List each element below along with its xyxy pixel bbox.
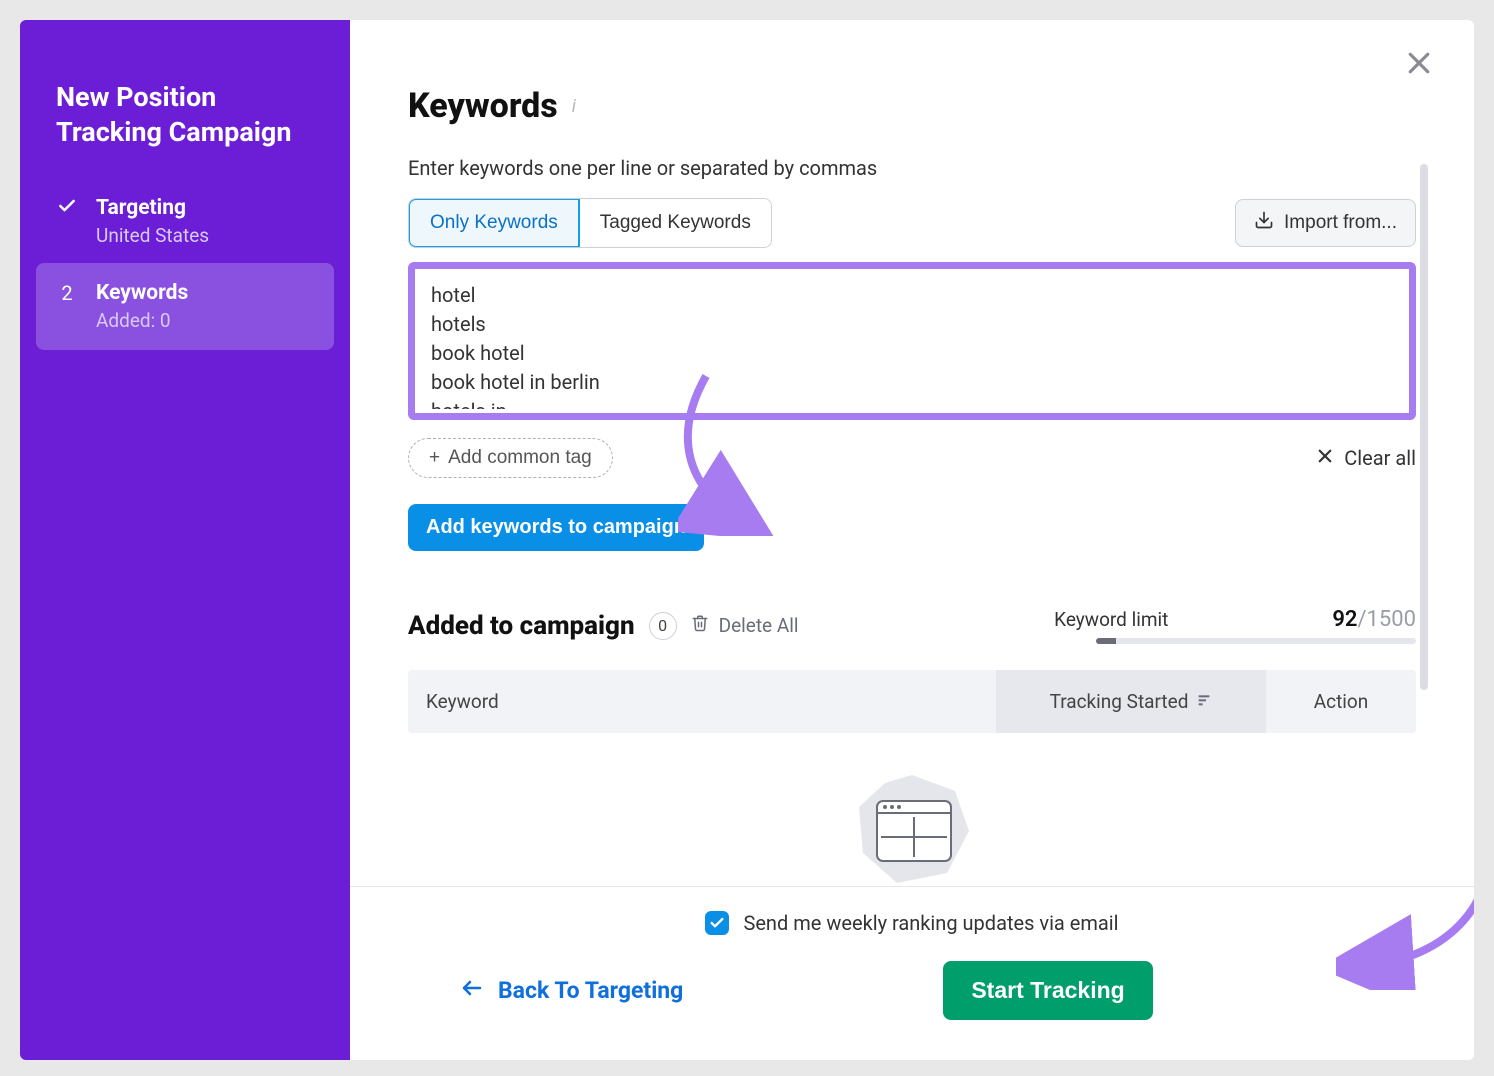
clear-all-label: Clear all — [1344, 446, 1416, 470]
new-campaign-modal: New Position Tracking Campaign Targeting… — [20, 20, 1474, 1060]
limit-max: /1500 — [1357, 607, 1416, 632]
add-keywords-button[interactable]: Add keywords to campaign — [408, 504, 704, 551]
col-action: Action — [1266, 670, 1416, 733]
wizard-sidebar: New Position Tracking Campaign Targeting… — [20, 20, 350, 1060]
back-to-targeting-link[interactable]: Back To Targeting — [460, 976, 683, 1006]
plus-icon: + — [429, 447, 440, 469]
modal-main: Keywords i Enter keywords one per line o… — [350, 20, 1474, 1060]
tab-only-keywords[interactable]: Only Keywords — [408, 198, 580, 248]
added-count-badge: 0 — [649, 612, 677, 640]
import-from-button[interactable]: Import from... — [1235, 199, 1416, 247]
step-sub: Added: 0 — [96, 309, 314, 332]
check-icon — [56, 196, 78, 221]
add-common-tag-button[interactable]: + Add common tag — [408, 438, 613, 478]
step-sub: United States — [96, 224, 314, 247]
step-keywords[interactable]: 2 Keywords Added: 0 — [36, 263, 334, 350]
campaign-table-header: Keyword Tracking Started Action — [408, 670, 1416, 733]
step-targeting[interactable]: Targeting United States — [20, 180, 350, 263]
page-title: Keywords i — [408, 86, 1416, 126]
close-button[interactable] — [1404, 48, 1440, 84]
download-icon — [1254, 210, 1274, 236]
step-label: Keywords — [96, 281, 314, 305]
limit-progress-bar — [1096, 638, 1416, 644]
clear-all-button[interactable]: Clear all — [1316, 446, 1416, 470]
close-icon — [1316, 446, 1334, 470]
page-title-text: Keywords — [408, 86, 558, 126]
weekly-email-label: Send me weekly ranking updates via email — [743, 911, 1118, 935]
step-label: Targeting — [96, 196, 314, 220]
add-tag-label: Add common tag — [448, 447, 592, 469]
import-label: Import from... — [1284, 212, 1397, 234]
delete-all-label: Delete All — [719, 614, 799, 637]
keywords-input[interactable] — [415, 269, 1409, 409]
keyword-mode-segment: Only Keywords Tagged Keywords — [408, 198, 772, 248]
info-icon[interactable]: i — [572, 96, 576, 117]
step-number: 2 — [56, 281, 78, 305]
sort-icon — [1196, 690, 1212, 713]
col-tracking-label: Tracking Started — [1050, 690, 1189, 713]
empty-state-illustration — [847, 773, 977, 886]
content-area: Keywords i Enter keywords one per line o… — [350, 20, 1474, 886]
back-label: Back To Targeting — [498, 977, 683, 1004]
wizard-title: New Position Tracking Campaign — [20, 80, 350, 180]
arrow-left-icon — [460, 976, 484, 1006]
limit-label: Keyword limit — [1054, 608, 1168, 631]
limit-used: 92 — [1332, 607, 1357, 632]
keywords-highlight-box — [408, 262, 1416, 420]
limit-progress-fill — [1096, 638, 1116, 644]
keyword-limit-widget: Keyword limit 92/1500 — [1054, 607, 1416, 644]
tab-tagged-keywords[interactable]: Tagged Keywords — [579, 199, 771, 247]
scrollbar[interactable] — [1420, 164, 1428, 690]
delete-all-button[interactable]: Delete All — [691, 614, 799, 637]
col-keyword[interactable]: Keyword — [408, 670, 996, 733]
modal-footer: Send me weekly ranking updates via email… — [350, 886, 1474, 1060]
added-to-campaign-heading: Added to campaign — [408, 611, 635, 641]
start-tracking-button[interactable]: Start Tracking — [943, 961, 1152, 1020]
weekly-email-checkbox[interactable] — [705, 911, 729, 935]
trash-icon — [691, 614, 709, 637]
instructions-text: Enter keywords one per line or separated… — [408, 156, 1416, 180]
col-tracking-started[interactable]: Tracking Started — [996, 670, 1266, 733]
